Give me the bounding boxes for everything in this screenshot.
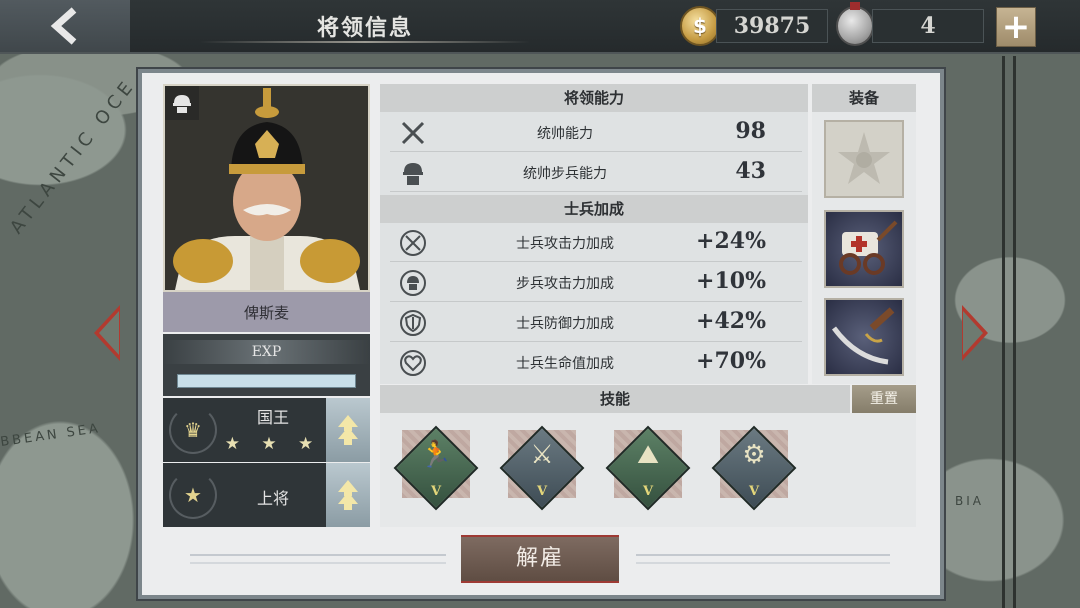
abilities-header: 将领能力 — [380, 84, 808, 112]
rank-row-nobility: ♛ 国王 ★ ★ ★ — [163, 398, 370, 462]
general-star-icon: ★ — [169, 471, 217, 519]
skill-slot-2[interactable]: ⚔ V — [499, 425, 585, 511]
double-up-arrow-icon — [338, 415, 358, 445]
equipment-slot-sabre[interactable] — [824, 298, 904, 376]
infantry-helmet-icon — [173, 95, 191, 113]
medal-count: 4 — [872, 9, 984, 43]
bonus-row-attack: 士兵攻击力加成 +24% — [390, 224, 802, 262]
health-up-icon — [400, 350, 426, 376]
ability-row-infantry-command: 统帅步兵能力 43 — [390, 154, 802, 192]
skill-level: V — [748, 484, 760, 499]
order-medal-icon — [838, 132, 890, 184]
equipment-header: 装备 — [812, 84, 916, 112]
bonus-value: +42% — [696, 308, 766, 334]
exp-label: EXP — [163, 340, 370, 364]
exp-progress-bar — [177, 374, 356, 388]
coin-count: 39875 — [716, 9, 828, 43]
skill-slot-1[interactable]: 🏃 V — [393, 425, 479, 511]
decorative-line-left — [190, 554, 446, 564]
exp-panel: EXP — [163, 334, 370, 396]
plus-icon: + — [1001, 7, 1031, 47]
skill-slot-3[interactable]: ⛰ V — [605, 425, 691, 511]
bonus-label: 士兵攻击力加成 — [516, 236, 614, 252]
double-up-arrow-icon — [338, 480, 358, 510]
title-underline — [200, 41, 530, 43]
decorative-line-right — [636, 554, 890, 564]
bonus-value: +10% — [696, 268, 766, 294]
chevron-left-icon — [50, 7, 77, 45]
prone-soldier-icon: ⛰ — [637, 440, 659, 470]
dismiss-general-button[interactable]: 解雇 — [461, 535, 619, 583]
upgrade-rank-button[interactable] — [326, 463, 370, 527]
crown-icon: ♛ — [169, 406, 217, 454]
skill-slot-4[interactable]: ⚙ V — [711, 425, 797, 511]
reset-skills-button[interactable]: 重置 — [852, 385, 916, 413]
general-name: 俾斯麦 — [163, 292, 370, 332]
add-currency-button[interactable]: + — [996, 7, 1036, 47]
skill-level: V — [642, 484, 654, 499]
bonus-value: +70% — [696, 348, 766, 374]
ability-value: 98 — [735, 118, 766, 144]
bonus-label: 士兵防御力加成 — [516, 316, 614, 332]
rank-row-military: ★ 上将 — [163, 463, 370, 527]
attack-up-icon — [400, 230, 426, 256]
medal-icon — [836, 2, 874, 46]
skill-level: V — [536, 484, 548, 499]
nobility-stars: ★ ★ ★ — [224, 434, 322, 454]
infantry-class-badge — [165, 86, 199, 120]
bonus-header: 士兵加成 — [380, 195, 808, 223]
title-area: 将领信息 — [200, 0, 530, 52]
ability-row-command: 统帅能力 98 — [390, 114, 802, 152]
bonus-label: 步兵攻击力加成 — [516, 276, 614, 292]
cavalry-sabre-icon: ⚔ — [530, 440, 554, 470]
bonus-value: +24% — [696, 228, 766, 254]
bonus-row-infantry-attack: 步兵攻击力加成 +10% — [390, 264, 802, 302]
page-title: 将领信息 — [316, 15, 413, 41]
artillery-icon: ⚙ — [742, 440, 766, 470]
equipment-slot-cart[interactable] — [824, 210, 904, 288]
skills-header: 技能 — [380, 385, 850, 413]
ability-value: 43 — [735, 158, 766, 184]
bonus-label: 士兵生命值加成 — [516, 356, 614, 372]
ability-label: 统帅步兵能力 — [523, 166, 607, 182]
infantry-up-icon — [400, 270, 426, 296]
skill-level: V — [430, 484, 442, 499]
back-button[interactable] — [0, 0, 130, 52]
sabre-icon — [831, 307, 895, 365]
general-portrait — [163, 84, 370, 292]
next-general-arrow[interactable] — [962, 305, 988, 361]
equipment-slot-medal[interactable] — [824, 120, 904, 198]
ability-label: 统帅能力 — [537, 126, 593, 142]
bonus-row-health: 士兵生命值加成 +70% — [390, 344, 802, 382]
bonus-row-defense: 士兵防御力加成 +42% — [390, 304, 802, 342]
map-label-bia: BIA — [955, 494, 984, 508]
exp-progress-fill — [178, 375, 355, 387]
infantry-helmet-icon — [400, 160, 426, 186]
previous-general-arrow[interactable] — [94, 305, 120, 361]
upgrade-nobility-button[interactable] — [326, 398, 370, 462]
sprinting-soldier-icon: 🏃 — [419, 440, 453, 470]
crossed-swords-icon — [400, 120, 426, 146]
top-bar: 将领信息 $ 39875 4 + — [0, 0, 1080, 54]
defense-up-icon — [400, 310, 426, 336]
ambulance-cart-icon — [839, 220, 898, 275]
military-rank: 上将 — [256, 489, 289, 508]
nobility-title: 国王 — [256, 408, 289, 427]
dollar-coin-icon: $ — [680, 6, 720, 46]
map-rails — [1002, 56, 1016, 608]
